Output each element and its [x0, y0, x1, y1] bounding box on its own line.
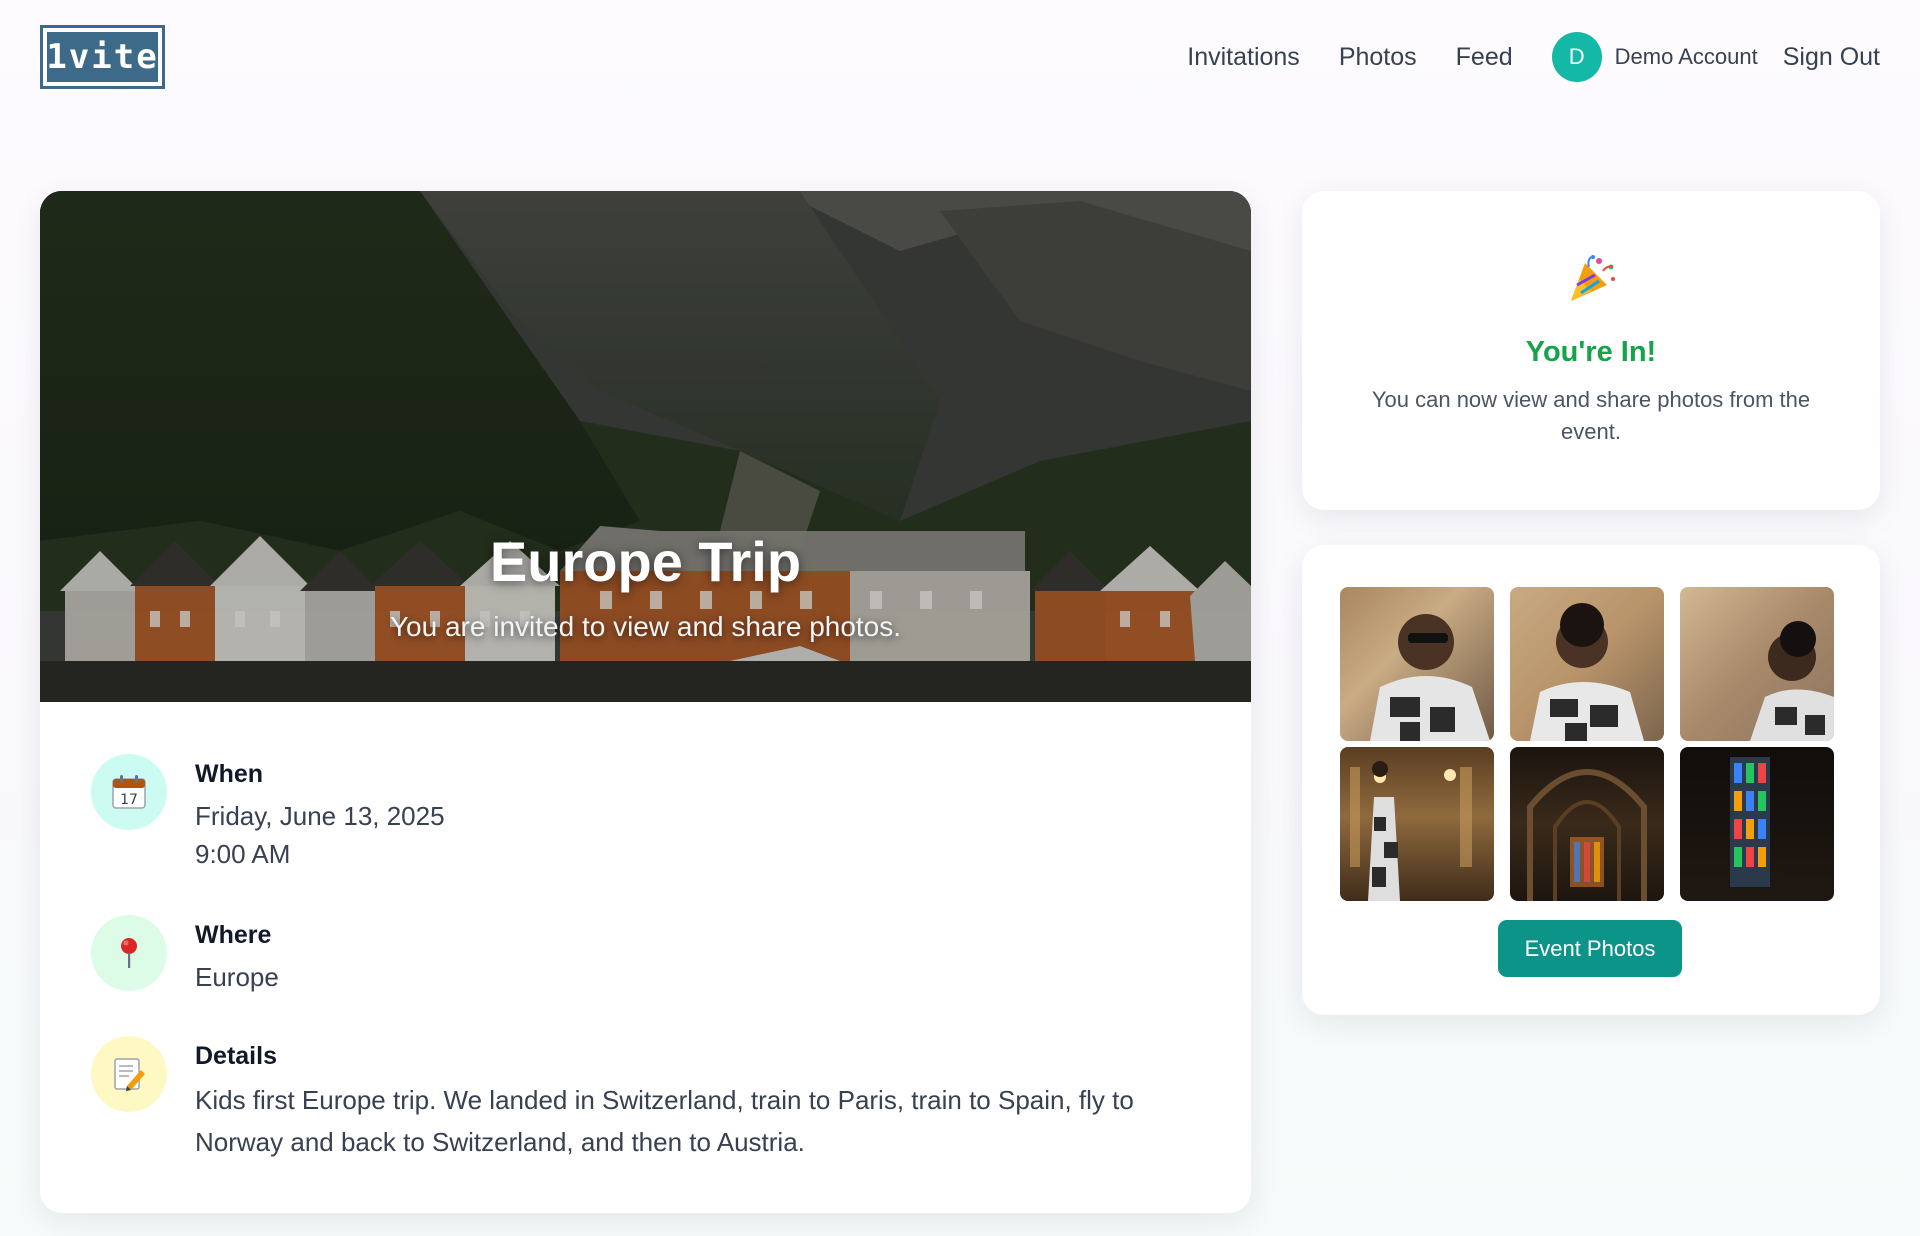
photo-thumbnail[interactable] — [1680, 747, 1834, 901]
photo-thumbnail[interactable] — [1340, 587, 1494, 741]
nav-photos-link[interactable]: Photos — [1339, 43, 1417, 72]
event-date: Friday, June 13, 2025 — [195, 801, 445, 831]
nav-feed-link[interactable]: Feed — [1456, 43, 1513, 72]
details-label: Details — [195, 1042, 277, 1070]
party-popper-icon — [1565, 253, 1617, 305]
nav-bar: Invitations Photos Feed D Demo Account S… — [1187, 30, 1880, 84]
when-section: 17 When Friday, June 13, 2025 9:00 AM — [91, 754, 445, 873]
account-name: Demo Account — [1614, 44, 1758, 69]
event-card: Europe Trip You are invited to view and … — [40, 191, 1251, 1213]
account-menu[interactable]: D Demo Account — [1551, 32, 1758, 82]
event-subtitle: You are invited to view and share photos… — [389, 611, 902, 642]
event-title: Europe Trip — [489, 530, 802, 593]
event-time: 9:00 AM — [195, 839, 291, 869]
avatar: D — [1551, 32, 1602, 82]
when-label: When — [195, 760, 264, 788]
nav-invitations-link[interactable]: Invitations — [1187, 43, 1300, 72]
pushpin-icon — [91, 915, 167, 991]
photo-thumbnail[interactable] — [1510, 747, 1664, 901]
photo-thumbnail[interactable] — [1510, 587, 1664, 741]
event-description: Kids first Europe trip. We landed in Swi… — [195, 1085, 1134, 1157]
top-navigation: 1vite Invitations Photos Feed D Demo Acc… — [0, 0, 1920, 115]
sign-out-link[interactable]: Sign Out — [1783, 43, 1880, 72]
photo-thumbnail[interactable] — [1340, 747, 1494, 901]
calendar-day: 17 — [120, 792, 138, 808]
details-section: Details Kids first Europe trip. We lande… — [91, 1036, 1155, 1163]
logo-text: 1vite — [46, 32, 158, 82]
event-photos-button[interactable]: Event Photos — [1498, 920, 1682, 977]
status-title: You're In! — [1525, 336, 1657, 368]
event-cover-image: Europe Trip You are invited to view and … — [40, 191, 1251, 702]
where-section: Where Europe — [91, 915, 279, 996]
status-message: You can now view and share photos from t… — [1371, 387, 1811, 444]
where-label: Where — [195, 921, 272, 949]
rsvp-status-card: You're In! You can now view and share ph… — [1302, 191, 1880, 510]
memo-icon — [91, 1036, 167, 1112]
photo-thumbnail[interactable] — [1680, 587, 1834, 741]
calendar-icon: 17 — [91, 754, 167, 830]
app-logo[interactable]: 1vite — [40, 25, 165, 89]
event-photos-card: Event Photos — [1302, 545, 1880, 1015]
event-location: Europe — [195, 962, 279, 992]
